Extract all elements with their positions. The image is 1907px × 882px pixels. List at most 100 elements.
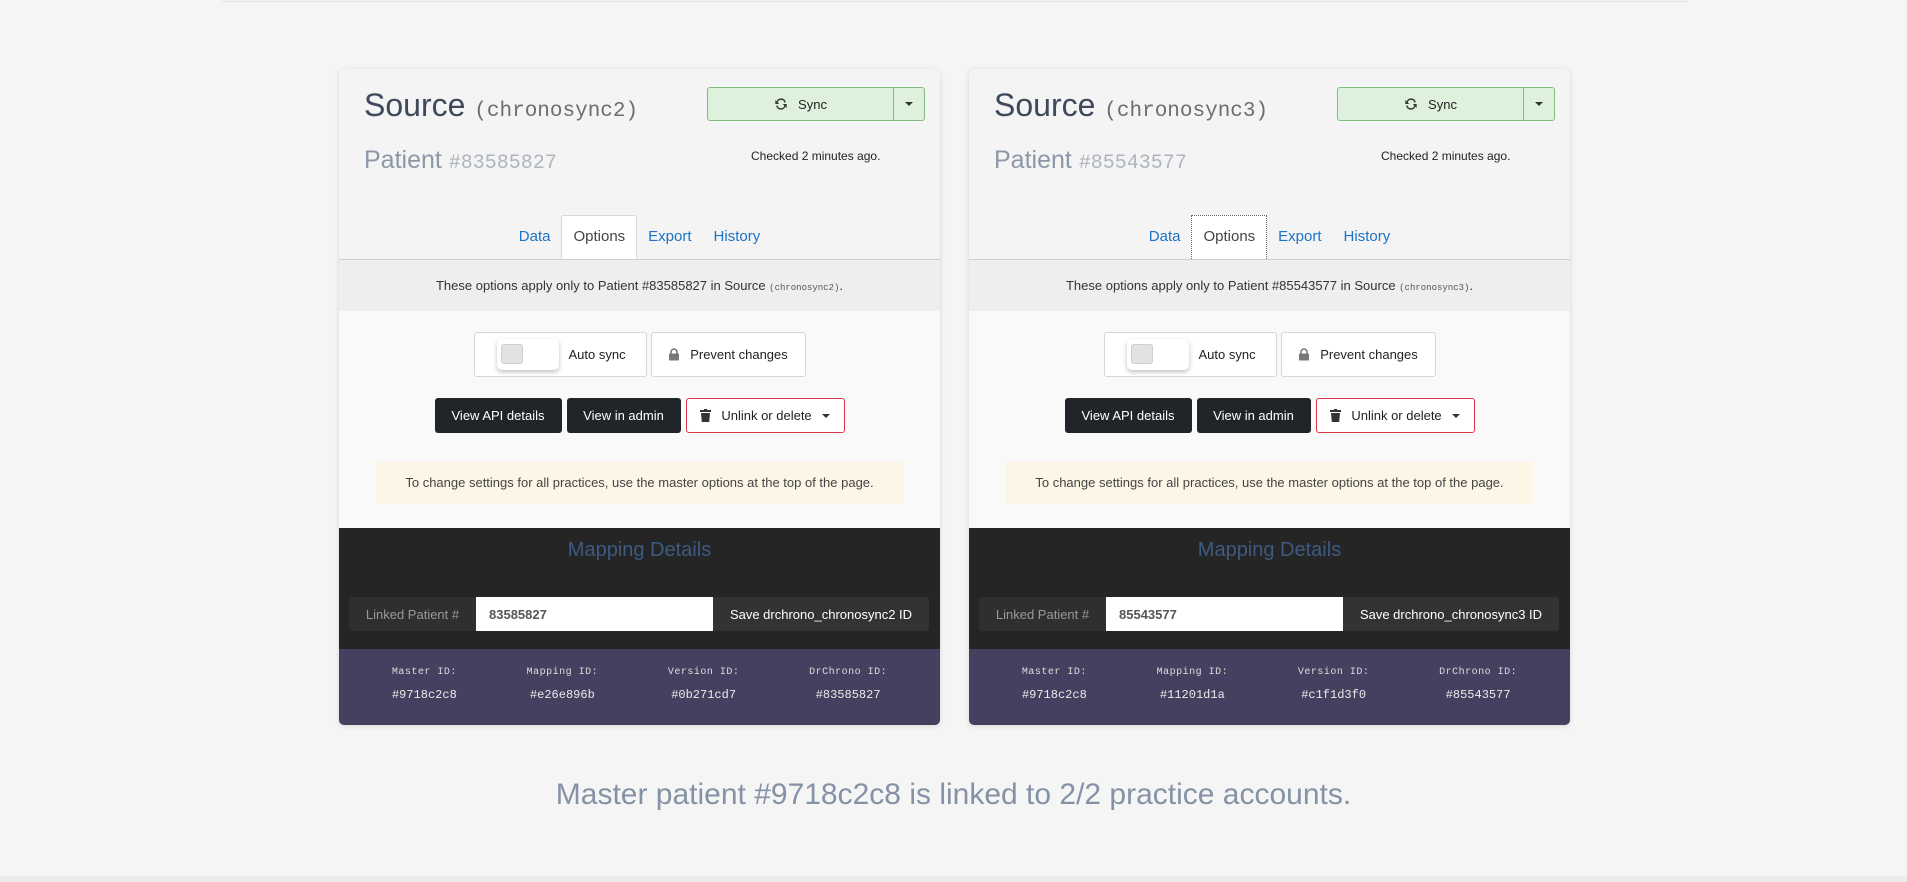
view-in-admin-button[interactable]: View in admin (566, 398, 681, 433)
tab-data[interactable]: Data (508, 216, 562, 259)
id-value: #83585827 (815, 688, 881, 702)
id-label: DrChrono ID: (1439, 667, 1518, 678)
auto-sync-toggle[interactable]: Auto sync (473, 332, 647, 377)
options-note: These options apply only to Patient #855… (969, 260, 1570, 311)
save-id-button[interactable]: Save drchrono_chronosync2 ID (713, 597, 929, 631)
note-text: These options apply only to Patient #855… (1065, 278, 1400, 293)
tab-history[interactable]: History (1333, 216, 1402, 259)
sync-label: Sync (1428, 96, 1457, 112)
tab-export[interactable]: Export (637, 216, 702, 259)
tab-history[interactable]: History (703, 216, 772, 259)
master-options-notice: To change settings for all practices, us… (1006, 462, 1533, 504)
mapping-details-panel: Mapping Details Linked Patient # 8358582… (339, 528, 940, 649)
prevent-changes-button[interactable]: Prevent changes (1280, 332, 1436, 377)
prevent-changes-button[interactable]: Prevent changes (650, 332, 806, 377)
toggle-knob (500, 344, 523, 364)
linked-patient-row: Linked Patient # 83585827 Save drchrono_… (349, 597, 929, 631)
source-title: Source (chronosync3) (994, 87, 1268, 124)
note-code: (chronosync3) (1399, 283, 1470, 293)
card-header: Source (chronosync2) Patient #83585827 S… (339, 69, 940, 260)
sync-dropdown-toggle[interactable] (1524, 87, 1555, 121)
sync-button[interactable]: Sync (707, 87, 894, 121)
chevron-down-icon (1535, 102, 1543, 106)
toggle-switch[interactable] (1126, 339, 1189, 370)
unlink-or-delete-button[interactable]: Unlink or delete (685, 398, 845, 433)
id-value: #c1f1d3f0 (1301, 688, 1367, 702)
master-id: Master ID: #9718c2c8 (1022, 649, 1087, 725)
toggle-switch[interactable] (496, 339, 559, 370)
tab-bar: Data Options Export History (969, 215, 1570, 260)
note-suffix: . (1469, 278, 1474, 293)
version-id: Version ID: #c1f1d3f0 (1298, 649, 1370, 725)
view-api-details-button[interactable]: View API details (1064, 398, 1192, 433)
mapping-title: Mapping Details (567, 539, 712, 561)
trash-icon (1330, 409, 1342, 422)
id-value: #e26e896b (529, 688, 595, 702)
id-value: #9718c2c8 (391, 688, 457, 702)
id-value: #9718c2c8 (1021, 688, 1087, 702)
auto-sync-label: Auto sync (568, 347, 626, 362)
source-label: Source (364, 87, 466, 123)
linked-patient-input[interactable]: 85543577 (1106, 597, 1343, 631)
id-value: #0b271cd7 (671, 688, 737, 702)
patient-title: Patient #85543577 (994, 146, 1187, 175)
id-label: Version ID: (667, 667, 740, 678)
tab-options[interactable]: Options (1191, 215, 1268, 259)
source-card-chronosync3: Source (chronosync3) Patient #85543577 S… (969, 69, 1570, 725)
prevent-changes-label: Prevent changes (690, 347, 788, 362)
auto-sync-label: Auto sync (1198, 347, 1256, 362)
mapping-details-panel: Mapping Details Linked Patient # 8554357… (969, 528, 1570, 649)
lock-icon (668, 348, 680, 361)
mapping-id: Mapping ID: #e26e896b (527, 649, 599, 725)
note-code: (chronosync2) (769, 283, 840, 293)
mapping-title: Mapping Details (1197, 539, 1342, 561)
source-code: (chronosync2) (474, 100, 639, 123)
trash-icon (700, 409, 712, 422)
tab-bar: Data Options Export History (339, 215, 940, 260)
drchrono-id: DrChrono ID: #85543577 (1439, 649, 1517, 725)
top-divider (222, 0, 1688, 2)
chevron-down-icon (821, 413, 830, 418)
linked-accounts-summary: Master patient #9718c2c8 is linked to 2/… (555, 778, 1352, 811)
sync-button[interactable]: Sync (1337, 87, 1524, 121)
tab-options[interactable]: Options (561, 215, 638, 259)
tab-export[interactable]: Export (1267, 216, 1332, 259)
patient-title: Patient #83585827 (364, 146, 557, 175)
card-header: Source (chronosync3) Patient #85543577 S… (969, 69, 1570, 260)
unlink-label: Unlink or delete (1351, 408, 1442, 423)
options-panel: Auto sync Prevent changes View API detai… (969, 311, 1570, 529)
options-panel: Auto sync Prevent changes View API detai… (339, 311, 940, 529)
patient-label: Patient (364, 146, 442, 174)
checked-status: Checked 2 minutes ago. (1381, 149, 1511, 163)
source-title: Source (chronosync2) (364, 87, 638, 124)
refresh-icon (774, 97, 788, 111)
id-label: Mapping ID: (526, 667, 599, 678)
source-code: (chronosync3) (1104, 100, 1269, 123)
id-label: DrChrono ID: (809, 667, 888, 678)
view-in-admin-button[interactable]: View in admin (1196, 398, 1311, 433)
master-options-notice: To change settings for all practices, us… (376, 462, 903, 504)
refresh-icon (1404, 97, 1418, 111)
drchrono-id: DrChrono ID: #83585827 (809, 649, 887, 725)
sync-dropdown-toggle[interactable] (894, 87, 925, 121)
note-text: These options apply only to Patient #835… (435, 278, 770, 293)
linked-patient-input[interactable]: 83585827 (476, 597, 713, 631)
mapping-id: Mapping ID: #11201d1a (1157, 649, 1229, 725)
id-strip: Master ID: #9718c2c8 Mapping ID: #11201d1a… (969, 649, 1570, 725)
patient-number: #85543577 (1078, 152, 1187, 175)
save-id-button[interactable]: Save drchrono_chronosync3 ID (1343, 597, 1559, 631)
auto-sync-toggle[interactable]: Auto sync (1103, 332, 1277, 377)
sync-button-group: Sync (1337, 87, 1555, 121)
sync-label: Sync (798, 96, 827, 112)
options-note: These options apply only to Patient #835… (339, 260, 940, 311)
tab-data[interactable]: Data (1138, 216, 1192, 259)
action-row: View API details View in admin Unlink or… (969, 398, 1570, 433)
prevent-changes-label: Prevent changes (1320, 347, 1418, 362)
chevron-down-icon (905, 102, 913, 106)
id-label: Mapping ID: (1156, 667, 1229, 678)
bottom-divider (0, 876, 1907, 882)
view-api-details-button[interactable]: View API details (434, 398, 562, 433)
unlink-or-delete-button[interactable]: Unlink or delete (1315, 398, 1475, 433)
linked-patient-row: Linked Patient # 85543577 Save drchrono_… (979, 597, 1559, 631)
master-id: Master ID: #9718c2c8 (392, 649, 457, 725)
